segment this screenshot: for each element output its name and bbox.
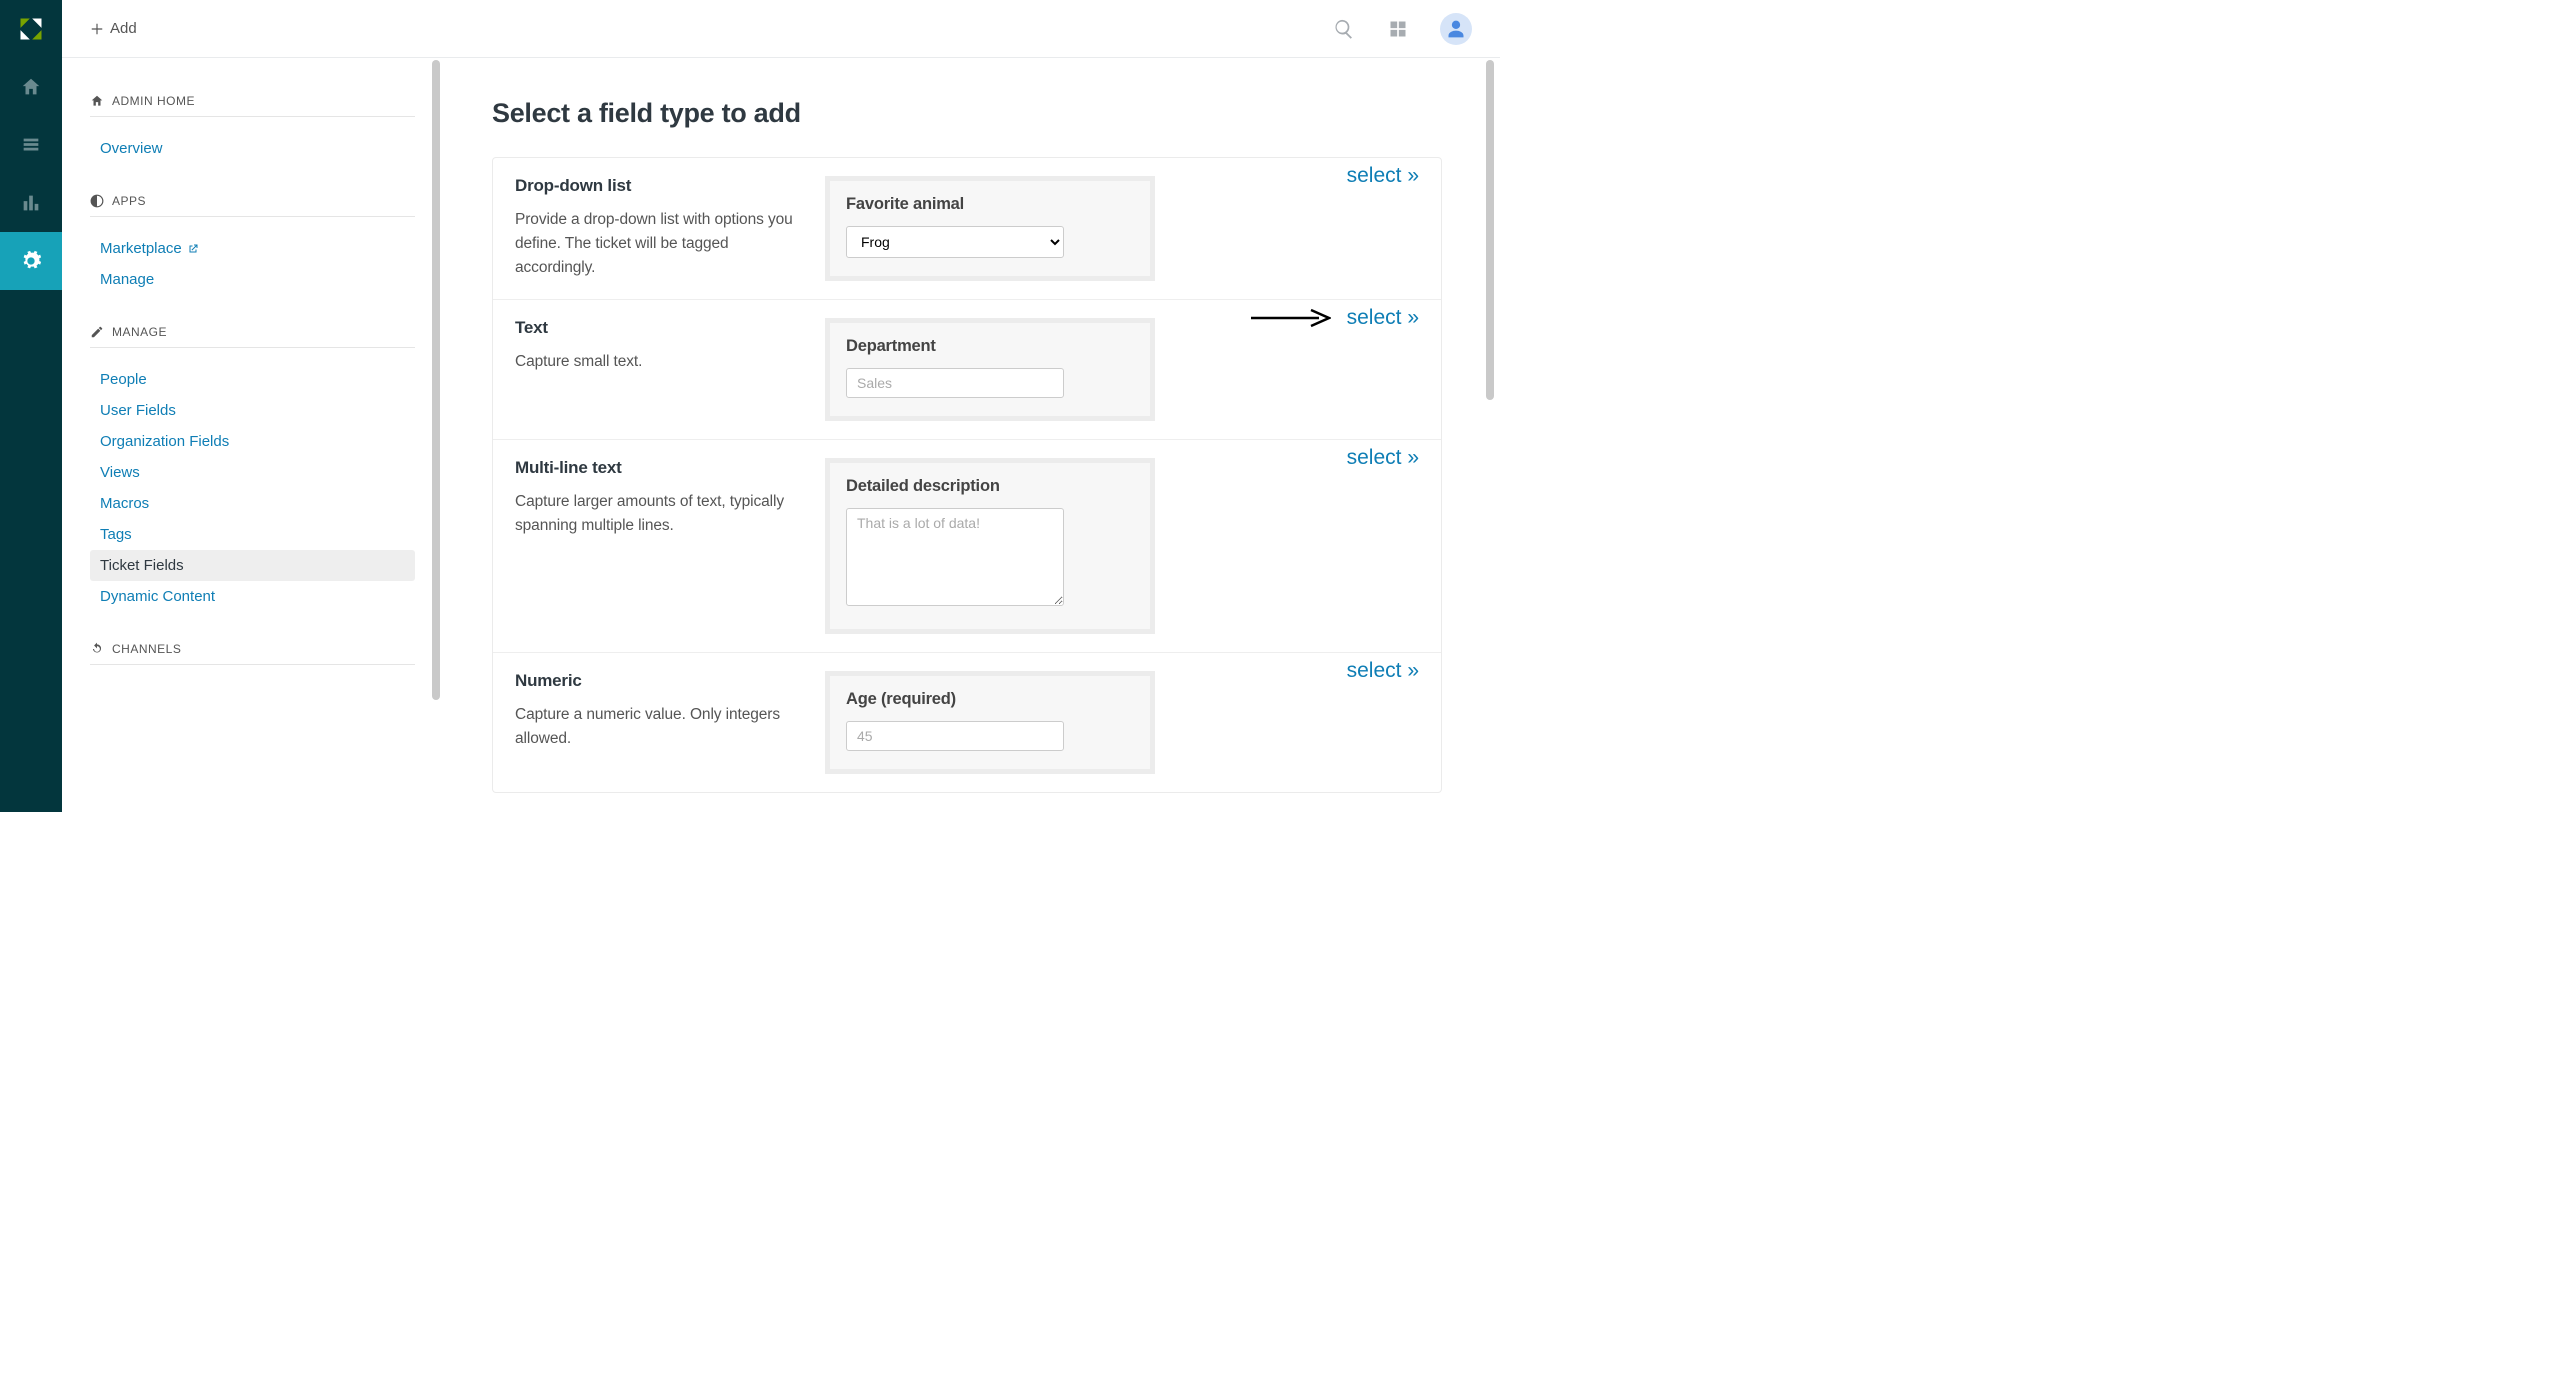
field-preview: Detailed description: [825, 458, 1155, 634]
sidebar-link-label: Organization Fields: [100, 433, 229, 450]
circle-half-icon: [90, 194, 104, 208]
field-name: Multi-line text: [515, 458, 807, 478]
field-preview: Age (required): [825, 671, 1155, 774]
sidebar-link-label: User Fields: [100, 402, 176, 419]
rail-admin[interactable]: [0, 232, 62, 290]
topbar-actions: [1332, 13, 1472, 45]
edit-icon: [90, 325, 104, 339]
field-description: Numeric Capture a numeric value. Only in…: [515, 671, 825, 751]
sidebar-link-macros[interactable]: Macros: [90, 488, 415, 519]
home-icon: [20, 76, 42, 98]
search-icon: [1333, 18, 1355, 40]
plus-icon: [90, 22, 104, 36]
sidebar-heading-label: MANAGE: [112, 325, 167, 339]
field-name: Text: [515, 318, 807, 338]
field-description: Multi-line text Capture larger amounts o…: [515, 458, 825, 538]
main-content: Select a field type to add Drop-down lis…: [452, 58, 1482, 812]
add-label: Add: [110, 20, 137, 37]
list-icon: [20, 134, 42, 156]
grid-icon: [1388, 19, 1408, 39]
field-row-dropdown: Drop-down list Provide a drop-down list …: [493, 158, 1441, 300]
preview-textarea[interactable]: [846, 508, 1064, 606]
sidebar-link-label: People: [100, 371, 147, 388]
sidebar-link-manage-apps[interactable]: Manage: [90, 264, 415, 295]
preview-label: Detailed description: [846, 477, 1134, 496]
field-row-multiline: Multi-line text Capture larger amounts o…: [493, 440, 1441, 653]
search-button[interactable]: [1332, 17, 1356, 41]
field-desc-text: Capture a numeric value. Only integers a…: [515, 703, 807, 751]
bar-chart-icon: [20, 192, 42, 214]
sidebar-link-label: Tags: [100, 526, 132, 543]
sidebar-link-ticket-fields[interactable]: Ticket Fields: [90, 550, 415, 581]
refresh-icon: [90, 642, 104, 656]
apps-button[interactable]: [1386, 17, 1410, 41]
field-name: Drop-down list: [515, 176, 807, 196]
main-scrollbar-thumb[interactable]: [1486, 60, 1494, 400]
sidebar-heading-channels[interactable]: CHANNELS: [90, 634, 415, 665]
field-description: Drop-down list Provide a drop-down list …: [515, 176, 825, 280]
sidebar-link-label: Views: [100, 464, 140, 481]
sidebar-heading-label: CHANNELS: [112, 642, 181, 656]
topbar: Add: [62, 0, 1500, 58]
field-name: Numeric: [515, 671, 807, 691]
preview-select[interactable]: Frog: [846, 226, 1064, 258]
main-scrollbar: [1486, 58, 1494, 778]
preview-label: Department: [846, 337, 1134, 356]
sidebar-link-user-fields[interactable]: User Fields: [90, 395, 415, 426]
left-rail: [0, 0, 62, 812]
field-preview: Department: [825, 318, 1155, 421]
preview-label: Favorite animal: [846, 195, 1134, 214]
preview-label: Age (required): [846, 690, 1134, 709]
gear-icon: [20, 250, 42, 272]
sidebar-heading-admin-home[interactable]: ADMIN HOME: [90, 86, 415, 117]
sidebar-link-organization-fields[interactable]: Organization Fields: [90, 426, 415, 457]
admin-sidebar: ADMIN HOME Overview APPS Marketplace Man…: [62, 58, 437, 812]
sidebar-heading-label: ADMIN HOME: [112, 94, 195, 108]
sidebar-heading-apps[interactable]: APPS: [90, 186, 415, 217]
field-desc-text: Capture small text.: [515, 350, 807, 374]
sidebar-link-label: Dynamic Content: [100, 588, 215, 605]
home-icon: [90, 94, 104, 108]
sidebar-heading-manage[interactable]: MANAGE: [90, 317, 415, 348]
select-link[interactable]: select »: [1347, 446, 1419, 470]
sidebar-link-tags[interactable]: Tags: [90, 519, 415, 550]
field-description: Text Capture small text.: [515, 318, 825, 374]
external-link-icon: [187, 243, 199, 255]
field-desc-text: Provide a drop-down list with options yo…: [515, 208, 807, 280]
rail-home[interactable]: [0, 58, 62, 116]
field-row-numeric: Numeric Capture a numeric value. Only in…: [493, 653, 1441, 792]
field-type-list: Drop-down list Provide a drop-down list …: [492, 157, 1442, 793]
sidebar-scrollbar-thumb[interactable]: [432, 60, 440, 700]
field-preview: Favorite animal Frog: [825, 176, 1155, 281]
page-title: Select a field type to add: [492, 98, 1442, 129]
field-desc-text: Capture larger amounts of text, typicall…: [515, 490, 807, 538]
sidebar-link-overview[interactable]: Overview: [90, 133, 415, 164]
annotation-arrow-icon: [1251, 308, 1331, 328]
rail-views[interactable]: [0, 116, 62, 174]
preview-text-input[interactable]: [846, 368, 1064, 398]
sidebar-link-label: Overview: [100, 140, 163, 157]
sidebar-link-dynamic-content[interactable]: Dynamic Content: [90, 581, 415, 612]
user-avatar[interactable]: [1440, 13, 1472, 45]
sidebar-link-marketplace[interactable]: Marketplace: [90, 233, 415, 264]
brand-logo: [0, 0, 62, 58]
select-link[interactable]: select »: [1347, 659, 1419, 683]
sidebar-link-label: Ticket Fields: [100, 557, 184, 574]
sidebar-link-label: Manage: [100, 271, 154, 288]
field-row-text: Text Capture small text. Department sele…: [493, 300, 1441, 440]
preview-numeric-input[interactable]: [846, 721, 1064, 751]
sidebar-link-people[interactable]: People: [90, 364, 415, 395]
add-button[interactable]: Add: [90, 20, 137, 37]
select-link[interactable]: select »: [1347, 306, 1419, 330]
sidebar-scrollbar: [432, 58, 440, 778]
person-icon: [1446, 19, 1466, 39]
sidebar-link-views[interactable]: Views: [90, 457, 415, 488]
sidebar-link-label: Marketplace: [100, 240, 182, 257]
sidebar-link-label: Macros: [100, 495, 149, 512]
rail-reports[interactable]: [0, 174, 62, 232]
select-link[interactable]: select »: [1347, 164, 1419, 188]
sidebar-heading-label: APPS: [112, 194, 146, 208]
